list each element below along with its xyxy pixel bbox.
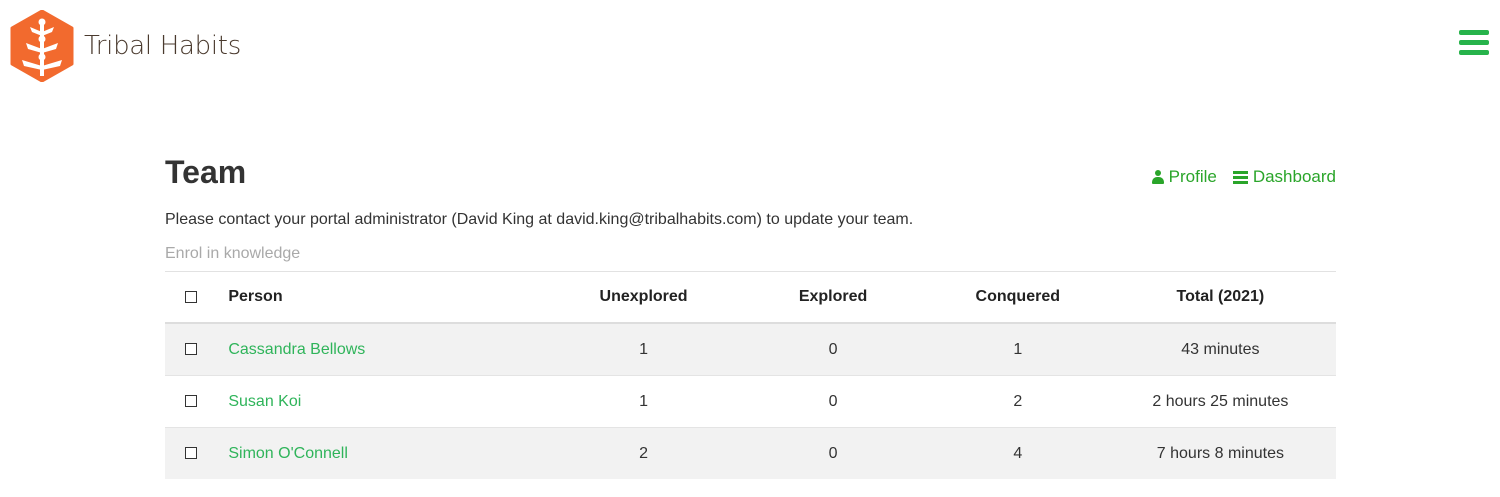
header-unexplored[interactable]: Unexplored: [552, 272, 736, 324]
total-cell: 2 hours 25 minutes: [1104, 375, 1336, 428]
person-cell: Simon O'Connell: [216, 427, 552, 479]
page-links: Profile Dashboard: [1151, 167, 1336, 187]
row-checkbox[interactable]: [184, 395, 197, 408]
conquered-cell: 1: [930, 322, 1105, 376]
hamburger-menu-button[interactable]: [1459, 30, 1489, 56]
conquered-cell: 4: [930, 427, 1105, 479]
table-row: Cassandra Bellows 1 0 1 43 minutes: [165, 322, 1336, 376]
table-row: Simon O'Connell 2 0 4 7 hours 8 minutes: [165, 427, 1336, 479]
row-select-cell: [165, 375, 217, 428]
profile-link-label: Profile: [1168, 167, 1217, 186]
brand-name: Tribal Habits: [84, 31, 241, 61]
unexplored-cell: 1: [551, 322, 736, 376]
tribal-habits-logo-icon: [10, 10, 74, 82]
explored-cell: 0: [735, 427, 931, 479]
row-select-cell: [165, 427, 217, 479]
table-row: Susan Koi 1 0 2 2 hours 25 minutes: [165, 375, 1336, 428]
person-link[interactable]: Susan Koi: [228, 393, 301, 410]
dashboard-link[interactable]: Dashboard: [1232, 167, 1336, 187]
enrol-in-knowledge-button[interactable]: Enrol in knowledge: [165, 243, 1336, 265]
list-icon: [1232, 171, 1248, 184]
header-total[interactable]: Total (2021): [1105, 272, 1336, 324]
main-content: Team Profile Dashboard Please contact yo…: [165, 150, 1336, 479]
user-icon: [1151, 170, 1164, 184]
brand-logo[interactable]: Tribal Habits: [8, 10, 241, 82]
team-table: Person Unexplored Explored Conquered Tot…: [165, 271, 1336, 479]
explored-cell: 0: [735, 322, 931, 376]
select-all-checkbox[interactable]: [184, 290, 197, 303]
table-header-row: Person Unexplored Explored Conquered Tot…: [165, 271, 1336, 324]
header-conquered[interactable]: Conquered: [931, 272, 1105, 324]
unexplored-cell: 1: [551, 375, 736, 428]
select-all-cell: [165, 272, 216, 324]
unexplored-cell: 2: [551, 427, 736, 479]
header-explored[interactable]: Explored: [735, 272, 930, 324]
hamburger-icon: [1459, 30, 1489, 35]
explored-cell: 0: [735, 375, 931, 428]
person-cell: Susan Koi: [216, 375, 552, 428]
row-select-cell: [165, 322, 217, 376]
total-cell: 7 hours 8 minutes: [1104, 427, 1336, 479]
person-link[interactable]: Simon O'Connell: [228, 445, 348, 462]
dashboard-link-label: Dashboard: [1252, 167, 1336, 186]
person-cell: Cassandra Bellows: [216, 322, 552, 376]
row-checkbox[interactable]: [184, 447, 197, 460]
conquered-cell: 2: [930, 375, 1105, 428]
top-bar: Tribal Habits: [0, 0, 1500, 100]
total-cell: 43 minutes: [1104, 322, 1336, 376]
profile-link[interactable]: Profile: [1151, 167, 1217, 187]
person-link[interactable]: Cassandra Bellows: [228, 341, 365, 358]
header-person[interactable]: Person: [216, 272, 551, 324]
row-checkbox[interactable]: [184, 343, 197, 356]
admin-notice: Please contact your portal administrator…: [165, 211, 914, 228]
